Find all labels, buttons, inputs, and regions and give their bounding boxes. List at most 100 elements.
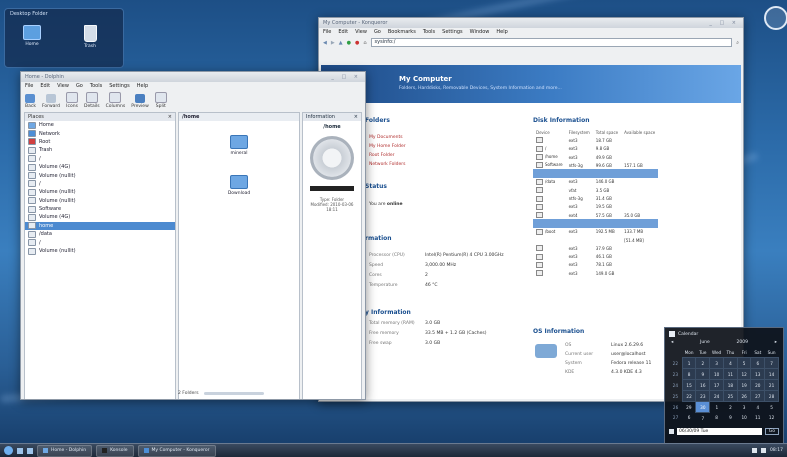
up-icon[interactable]: ▲ [339, 40, 343, 46]
calendar-day[interactable]: 5 [765, 402, 779, 413]
menu-item[interactable]: Edit [338, 29, 348, 35]
calendar-day[interactable]: 21 [764, 379, 779, 391]
folder-link[interactable]: My Home Folder [369, 144, 406, 149]
places-item[interactable]: Root [25, 138, 175, 146]
menu-item[interactable]: Go [374, 29, 381, 35]
date-field[interactable]: 06/30/09 Tue [677, 428, 762, 435]
file-item[interactable]: mineral [209, 135, 269, 156]
calendar-day[interactable]: 23 [695, 390, 711, 402]
columns-view-button[interactable]: Columns [106, 92, 125, 109]
disk-row[interactable] [533, 169, 659, 178]
calendar-day[interactable]: 26 [736, 390, 752, 402]
calendar-day[interactable]: 24 [709, 390, 725, 402]
calendar-day[interactable]: 6 [682, 413, 696, 424]
back-button[interactable]: Back [25, 94, 36, 109]
calendar-day[interactable]: 12 [736, 368, 752, 380]
places-item[interactable]: Volume (4G) [25, 163, 175, 171]
forward-icon[interactable]: ▶ [331, 40, 335, 46]
calendar-day[interactable]: 9 [695, 368, 711, 380]
calendar-day[interactable]: 16 [695, 379, 711, 391]
places-item[interactable]: Volume (4G) [25, 213, 175, 221]
show-desktop-icon[interactable] [17, 447, 23, 454]
calendar-day[interactable]: 11 [751, 413, 765, 424]
task-button[interactable]: Home - Dolphin [37, 444, 93, 457]
icons-view-button[interactable]: Icons [66, 92, 79, 109]
network-tray-icon[interactable] [752, 448, 758, 453]
volume-tray-icon[interactable] [761, 448, 767, 453]
folder-link[interactable]: My Documents [369, 135, 403, 140]
places-item-selected[interactable]: home [25, 221, 175, 231]
calendar-day[interactable]: 9 [724, 413, 738, 424]
menu-item[interactable]: Bookmarks [388, 29, 416, 35]
task-button[interactable]: My Computer - Konqueror [137, 444, 216, 457]
menu-item[interactable]: View [57, 83, 69, 89]
calendar-day[interactable]: 22 [681, 390, 697, 402]
menu-item[interactable]: Help [496, 29, 507, 35]
today-icon[interactable] [669, 429, 674, 434]
calendar-day[interactable]: 20 [750, 379, 766, 391]
menu-item[interactable]: Help [137, 83, 148, 89]
desktop-icon-home[interactable]: Home [17, 25, 47, 47]
menu-item[interactable]: Settings [442, 29, 463, 35]
places-item[interactable]: Home [25, 121, 175, 129]
disk-row[interactable]: ext3 18.7 GB [533, 136, 658, 144]
calendar-day[interactable]: 15 [681, 379, 697, 391]
calendar-month[interactable]: June [700, 340, 710, 345]
places-item[interactable]: / [25, 180, 175, 188]
calendar-day[interactable]: 13 [750, 368, 766, 380]
close-icon[interactable]: × [168, 114, 172, 120]
calendar-day[interactable]: 8 [681, 368, 697, 380]
calendar-day[interactable]: 5 [736, 357, 752, 369]
disk-row[interactable]: ext3 78.1 GB [533, 261, 658, 269]
calendar-day[interactable]: 3 [709, 357, 725, 369]
disk-row[interactable]: ext3 37.9 GB [533, 244, 658, 252]
menu-item[interactable]: Window [470, 29, 490, 35]
calendar-day[interactable]: 7 [764, 357, 779, 369]
calendar-day[interactable]: 2 [724, 402, 738, 413]
places-item[interactable]: / [25, 155, 175, 163]
calendar-day[interactable]: 1 [710, 402, 724, 413]
places-item[interactable]: Volume (nullit) [25, 188, 175, 196]
back-icon[interactable]: ◀ [323, 40, 327, 46]
places-item[interactable]: Volume (nullit) [25, 247, 175, 255]
details-view-button[interactable]: Details [84, 92, 100, 109]
places-item[interactable]: Software [25, 205, 175, 213]
home-icon[interactable]: ⌂ [363, 40, 366, 46]
location-input[interactable]: sysinfo:/ [370, 38, 733, 47]
menu-item[interactable]: Tools [423, 29, 435, 35]
window-buttons[interactable]: _ □ × [331, 74, 361, 80]
disk-row[interactable]: ext3 46.1 GB [533, 252, 658, 260]
disk-row[interactable]: ext4 57.5 GB 35.0 GB [533, 211, 658, 219]
calendar-day[interactable]: 27 [750, 390, 766, 402]
disk-row[interactable]: Software ntfs-3g 99.6 GB 157.1 GB [533, 161, 658, 169]
disk-row[interactable]: vfat 3.5 GB [533, 186, 658, 194]
calendar-day[interactable]: 8 [710, 413, 724, 424]
disk-row[interactable]: ntfs-3g 31.4 GB [533, 194, 658, 202]
calendar-day[interactable]: 10 [709, 368, 725, 380]
calendar-day[interactable]: 12 [765, 413, 779, 424]
folder-link[interactable]: Network Folders [369, 162, 405, 167]
disk-row[interactable]: /boot ext3 192.5 MB 133.7 MB [533, 228, 658, 236]
places-item[interactable]: / [25, 238, 175, 247]
calendar-day[interactable]: 10 [737, 413, 751, 424]
menu-item[interactable]: Go [76, 83, 83, 89]
desktop-icon-trash[interactable]: Trash [75, 25, 105, 49]
disk-row[interactable]: [51.4 MB] [533, 236, 658, 244]
plasma-toolbox-icon[interactable] [764, 6, 787, 30]
zoom-slider[interactable] [203, 392, 264, 395]
calendar-year[interactable]: 2009 [737, 340, 748, 345]
reload-icon[interactable]: ● [347, 40, 351, 46]
calendar-day[interactable]: 18 [723, 379, 738, 391]
disk-row[interactable] [533, 219, 659, 228]
clock[interactable]: 08:17 [770, 448, 783, 453]
kde-menu-icon[interactable] [4, 446, 13, 455]
calendar-day[interactable]: 6 [750, 357, 766, 369]
calendar-day[interactable]: 2 [695, 357, 711, 369]
prev-month-icon[interactable]: ◂ [671, 340, 673, 345]
date-go-button[interactable]: Go [764, 428, 779, 435]
konqueror-titlebar[interactable]: My Computer - Konqueror _ □ × [319, 18, 743, 28]
calendar-day[interactable]: 17 [709, 379, 725, 391]
preview-button[interactable]: Preview [131, 94, 149, 109]
menu-item[interactable]: View [355, 29, 367, 35]
calendar-day[interactable]: 7 [696, 413, 710, 424]
